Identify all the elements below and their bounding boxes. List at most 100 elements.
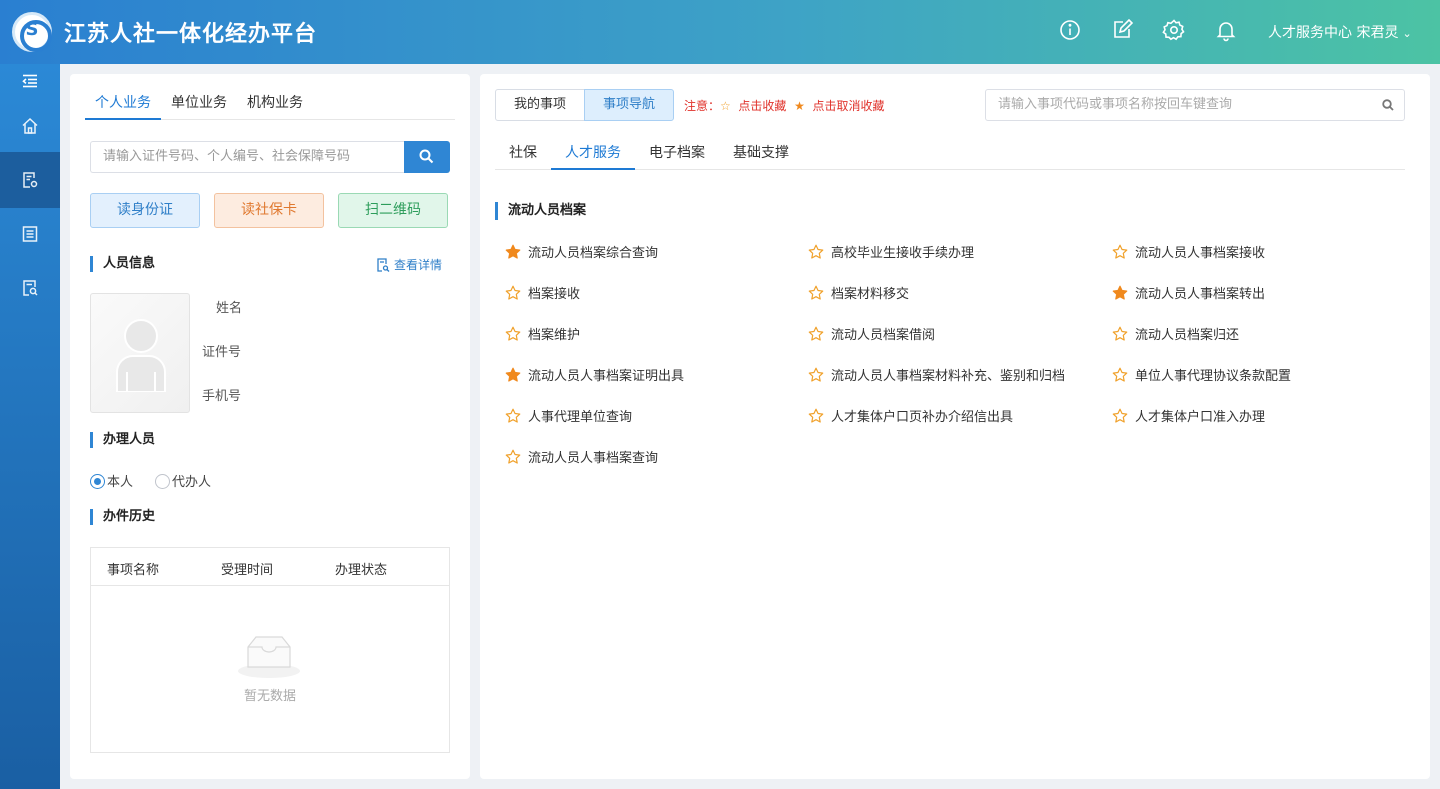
star-filled-icon[interactable] [505, 244, 521, 260]
app-logo [12, 12, 52, 52]
star-outline-icon[interactable] [808, 367, 824, 383]
document-search-icon [377, 258, 390, 272]
user-label: 人才服务中心 宋君灵 [1268, 25, 1399, 41]
search-icon [419, 149, 434, 164]
tab-basic-support[interactable]: 基础支撑 [719, 142, 803, 170]
star-outline-icon[interactable] [505, 408, 521, 424]
view-details-link[interactable]: 查看详情 [376, 256, 442, 273]
service-item-label: 流动人员人事档案转出 [1135, 287, 1266, 302]
service-item[interactable]: 流动人员人事档案证明出具 [505, 365, 684, 385]
sidebar-toggle[interactable] [0, 64, 60, 98]
person-info-title: 人员信息 [90, 256, 155, 272]
history-table: 事项名称 受理时间 办理状态 暂无数据 [90, 547, 450, 753]
radio-dot-checked [90, 474, 105, 489]
read-id-card-button[interactable]: 读身份证 [90, 193, 200, 228]
star-outline-icon[interactable] [505, 449, 521, 465]
sidebar-item-list[interactable] [0, 206, 60, 262]
star-filled-icon: ★ [794, 99, 805, 113]
tab-personal[interactable]: 个人业务 [85, 92, 161, 120]
sidebar-item-query[interactable] [0, 260, 60, 316]
service-item[interactable]: 人事代理单位查询 [505, 406, 632, 426]
tab-social-security[interactable]: 社保 [495, 142, 551, 170]
right-panel: 我的事项 事项导航 注意：☆ 点击收藏 ★ 点击取消收藏 请输入事项代码或事项名… [480, 74, 1430, 779]
star-outline-icon: ☆ [720, 99, 731, 113]
service-item-label: 流动人员人事档案查询 [528, 451, 659, 466]
service-item-label: 单位人事代理协议条款配置 [1135, 369, 1292, 384]
service-item[interactable]: 人才集体户口页补办介绍信出具 [808, 406, 1013, 426]
service-item[interactable]: 流动人员人事档案转出 [1112, 283, 1265, 303]
star-outline-icon[interactable] [1112, 244, 1128, 260]
service-item-label: 流动人员档案综合查询 [528, 246, 659, 261]
star-filled-icon[interactable] [505, 367, 521, 383]
service-item[interactable]: 流动人员人事档案材料补充、鉴别和归档 [808, 365, 1065, 385]
star-outline-icon[interactable] [1112, 367, 1128, 383]
service-item-label: 流动人员人事档案材料补充、鉴别和归档 [831, 369, 1066, 384]
notice-add: 点击收藏 [738, 99, 787, 113]
history-title: 办件历史 [90, 509, 155, 525]
service-item[interactable]: 档案材料移交 [808, 283, 909, 303]
radio-self[interactable]: 本人 [90, 471, 134, 490]
service-item[interactable]: 流动人员人事档案接收 [1112, 242, 1265, 262]
service-item-label: 人才集体户口准入办理 [1135, 410, 1266, 425]
service-item-label: 流动人员档案借阅 [831, 328, 936, 343]
list-icon [22, 226, 38, 242]
info-icon[interactable] [1058, 18, 1082, 42]
item-search-input[interactable]: 请输入事项代码或事项名称按回车键查询 [985, 89, 1405, 121]
service-item-label: 人才集体户口页补办介绍信出具 [831, 410, 1014, 425]
service-item[interactable]: 流动人员档案归还 [1112, 324, 1239, 344]
tab-e-archive[interactable]: 电子档案 [635, 142, 719, 170]
star-outline-icon[interactable] [1112, 326, 1128, 342]
service-item[interactable]: 人才集体户口准入办理 [1112, 406, 1265, 426]
service-item[interactable]: 流动人员档案综合查询 [505, 242, 658, 262]
phone-label: 手机号 [202, 389, 242, 404]
sidebar-item-home[interactable] [0, 98, 60, 154]
notice-remove: 点击取消收藏 [812, 99, 885, 113]
bell-icon[interactable] [1214, 18, 1238, 42]
star-outline-icon[interactable] [505, 285, 521, 301]
my-items-button[interactable]: 我的事项 [495, 89, 585, 121]
star-outline-icon[interactable] [808, 285, 824, 301]
history-table-header: 事项名称 受理时间 办理状态 [91, 548, 449, 586]
service-item-label: 档案材料移交 [831, 287, 910, 302]
service-item[interactable]: 档案维护 [505, 324, 580, 344]
star-outline-icon[interactable] [1112, 408, 1128, 424]
star-filled-icon[interactable] [1112, 285, 1128, 301]
id-search-button[interactable] [404, 141, 450, 173]
scan-qr-button[interactable]: 扫二维码 [338, 193, 448, 228]
notice-prefix: 注意： [684, 99, 721, 113]
item-nav-button[interactable]: 事项导航 [584, 89, 674, 121]
tab-institution[interactable]: 机构业务 [237, 92, 313, 120]
service-item-label: 档案维护 [528, 328, 581, 343]
star-outline-icon[interactable] [505, 326, 521, 342]
gear-icon[interactable] [1162, 18, 1186, 42]
radio-agent[interactable]: 代办人 [155, 471, 211, 490]
tab-talent-service[interactable]: 人才服务 [551, 142, 635, 170]
tab-unit[interactable]: 单位业务 [161, 92, 237, 120]
empty-text: 暂无数据 [243, 689, 296, 704]
service-item[interactable]: 档案接收 [505, 283, 580, 303]
category-tabs: 社保 人才服务 电子档案 基础支撑 [495, 134, 1405, 170]
service-item[interactable]: 高校毕业生接收手续办理 [808, 242, 974, 262]
star-outline-icon[interactable] [808, 244, 824, 260]
service-item[interactable]: 单位人事代理协议条款配置 [1112, 365, 1291, 385]
item-search-placeholder: 请输入事项代码或事项名称按回车键查询 [998, 97, 1233, 112]
service-item-label: 人事代理单位查询 [528, 410, 633, 425]
sidebar-item-business[interactable] [0, 152, 60, 208]
star-outline-icon[interactable] [808, 326, 824, 342]
service-item[interactable]: 流动人员人事档案查询 [505, 447, 658, 467]
read-social-card-button[interactable]: 读社保卡 [214, 193, 324, 228]
person-photo [90, 293, 190, 413]
id-number-label: 证件号 [202, 345, 242, 360]
id-search-input[interactable]: 请输入证件号码、个人编号、社会保障号码 [90, 141, 405, 173]
user-menu[interactable]: 人才服务中心 宋君灵 ⌄ [1268, 22, 1412, 42]
service-item[interactable]: 流动人员档案借阅 [808, 324, 935, 344]
radio-self-label: 本人 [107, 475, 134, 490]
chevron-down-icon: ⌄ [1402, 27, 1412, 40]
star-outline-icon[interactable] [808, 408, 824, 424]
sidebar [0, 64, 60, 789]
edit-icon[interactable] [1110, 18, 1134, 42]
category-title: 流动人员档案 [495, 202, 586, 220]
service-item-label: 档案接收 [528, 287, 581, 302]
search-icon [1382, 99, 1394, 111]
col-status: 办理状态 [335, 563, 388, 578]
